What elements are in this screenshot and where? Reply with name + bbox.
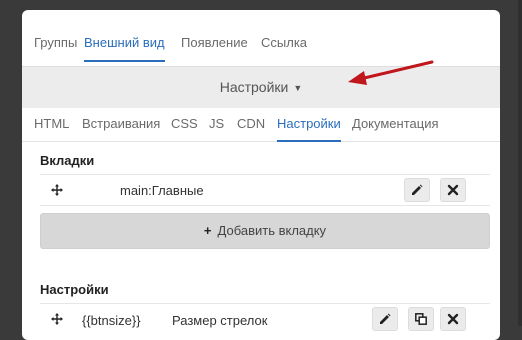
plus-icon: + [203, 223, 212, 238]
edit-button[interactable] [372, 307, 398, 331]
move-icon[interactable] [44, 307, 70, 331]
tab-embeds[interactable]: Встраивания [82, 114, 160, 142]
caret-down-icon: ▼ [293, 83, 303, 93]
divider [40, 174, 490, 175]
tab-reveal[interactable]: Появление [181, 32, 248, 62]
divider [40, 205, 490, 206]
tab-js[interactable]: JS [209, 114, 224, 142]
tab-link[interactable]: Ссылка [261, 32, 307, 62]
tab-settings[interactable]: Настройки [277, 114, 341, 142]
tab-html[interactable]: HTML [34, 114, 69, 142]
divider [40, 303, 490, 304]
page-edge [518, 0, 522, 326]
delete-button[interactable] [440, 178, 466, 202]
tab-docs[interactable]: Документация [352, 114, 439, 142]
settings-dropdown-label: Настройки [219, 79, 289, 95]
copy-icon [415, 313, 427, 325]
tabs-section-title: Вкладки [40, 153, 95, 168]
close-icon [447, 184, 459, 196]
settings-section-title: Настройки [40, 282, 109, 297]
close-icon [447, 313, 459, 325]
add-tab-label: Добавить вкладку [217, 223, 327, 238]
tab-css[interactable]: CSS [171, 114, 198, 142]
pencil-icon [412, 184, 423, 195]
duplicate-button[interactable] [408, 307, 434, 331]
tab-row-value: main:Главные [120, 183, 204, 198]
tab-cdn[interactable]: CDN [237, 114, 265, 142]
tab-groups[interactable]: Группы [34, 32, 77, 62]
pencil-icon [380, 313, 391, 324]
edit-button[interactable] [404, 178, 430, 202]
delete-button[interactable] [440, 307, 466, 331]
sub-tabs: HTML Встраивания CSS JS CDN Настройки До… [22, 114, 500, 142]
move-icon[interactable] [44, 178, 70, 202]
add-tab-button[interactable]: + Добавить вкладку [40, 213, 490, 249]
annotation-arrow-icon [348, 60, 434, 85]
tab-appearance[interactable]: Внешний вид [84, 32, 165, 62]
